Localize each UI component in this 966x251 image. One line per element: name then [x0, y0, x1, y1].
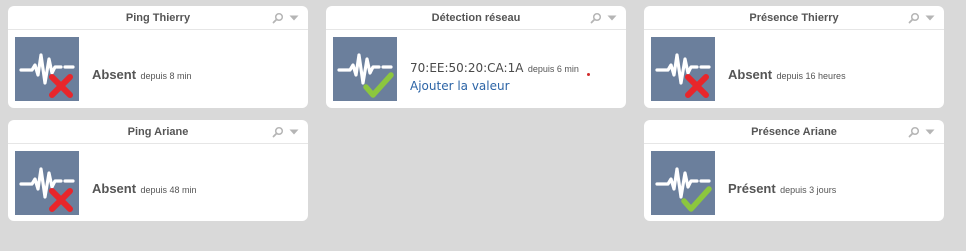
widget-header[interactable]: Ping Thierry	[8, 6, 308, 30]
state-text: Absent depuis 48 min	[92, 180, 197, 198]
widget-tools	[908, 126, 936, 138]
widget-ping-thierry: Ping Thierry Absent depuis 8 min	[8, 6, 308, 108]
state-value: Absent	[728, 67, 773, 82]
search-icon[interactable]	[908, 126, 920, 138]
absent-cross-icon	[651, 37, 715, 101]
status-tile[interactable]	[333, 37, 397, 101]
state-since: depuis 48 min	[140, 185, 197, 195]
widget-title: Présence Ariane	[751, 126, 837, 138]
absent-cross-icon	[15, 151, 79, 215]
widget-presence-thierry: Présence Thierry Absent depuis 16 heures	[644, 6, 944, 108]
chevron-down-icon[interactable]	[288, 12, 300, 24]
chevron-down-icon[interactable]	[924, 126, 936, 138]
state-since: depuis 6 min	[527, 64, 579, 74]
widget-header[interactable]: Présence Thierry	[644, 6, 944, 30]
widget-tools	[272, 126, 300, 138]
add-value-link[interactable]: Ajouter la valeur	[410, 79, 579, 93]
search-icon[interactable]	[272, 126, 284, 138]
state-since: depuis 8 min	[140, 71, 192, 81]
widget-header[interactable]: Présence Ariane	[644, 120, 944, 144]
widget-header[interactable]: Détection réseau	[326, 6, 626, 30]
state-text: 70:EE:50:20:CA:1A depuis 6 min Ajouter l…	[410, 59, 579, 93]
mac-address: 70:EE:50:20:CA:1A	[410, 61, 524, 75]
widget-detection-reseau: Détection réseau 70:EE:50:20:CA:1A depui…	[326, 6, 626, 108]
state-value: Absent	[92, 181, 137, 196]
widget-title: Présence Thierry	[749, 12, 839, 24]
status-tile[interactable]	[15, 37, 79, 101]
widget-header[interactable]: Ping Ariane	[8, 120, 308, 144]
alert-dot	[587, 73, 590, 76]
present-check-icon	[333, 37, 397, 101]
status-tile[interactable]	[651, 37, 715, 101]
state-text: Absent depuis 16 heures	[728, 66, 846, 84]
state-text: Présent depuis 3 jours	[728, 180, 836, 198]
widget-tools	[908, 12, 936, 24]
chevron-down-icon[interactable]	[924, 12, 936, 24]
widget-tools	[590, 12, 618, 24]
status-tile[interactable]	[15, 151, 79, 215]
present-check-icon	[651, 151, 715, 215]
chevron-down-icon[interactable]	[288, 126, 300, 138]
chevron-down-icon[interactable]	[606, 12, 618, 24]
search-icon[interactable]	[272, 12, 284, 24]
widget-ping-ariane: Ping Ariane Absent depuis 48 min	[8, 120, 308, 221]
widget-tools	[272, 12, 300, 24]
widget-title: Ping Thierry	[125, 12, 191, 24]
widget-title: Ping Ariane	[127, 126, 189, 138]
state-since: depuis 16 heures	[776, 71, 846, 81]
state-value: Absent	[92, 67, 137, 82]
absent-cross-icon	[15, 37, 79, 101]
search-icon[interactable]	[908, 12, 920, 24]
search-icon[interactable]	[590, 12, 602, 24]
widget-presence-ariane: Présence Ariane Présent depuis 3 jours	[644, 120, 944, 221]
state-value: Présent	[728, 181, 776, 196]
state-since: depuis 3 jours	[780, 185, 837, 195]
status-tile[interactable]	[651, 151, 715, 215]
state-text: Absent depuis 8 min	[92, 66, 192, 84]
widget-title: Détection réseau	[431, 12, 521, 24]
